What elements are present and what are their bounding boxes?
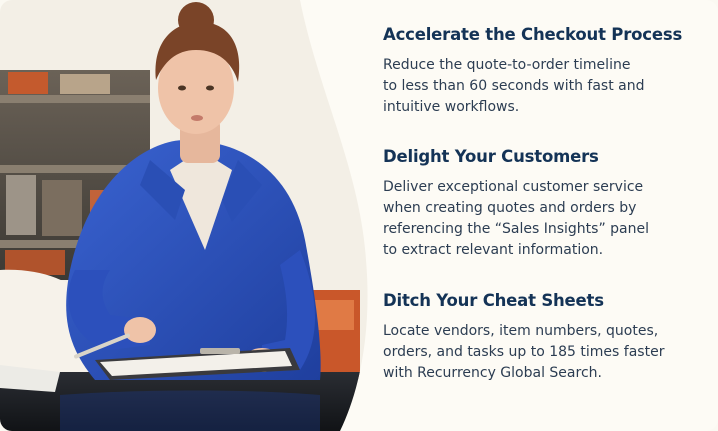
worker-illustration — [0, 0, 368, 431]
feature-title: Accelerate the Checkout Process — [383, 25, 683, 44]
feature-ditch-cheat-sheets: Ditch Your Cheat Sheets Locate vendors, … — [383, 290, 703, 384]
feature-title: Ditch Your Cheat Sheets — [383, 291, 604, 310]
feature-title: Delight Your Customers — [383, 147, 599, 166]
feature-description: Deliver exceptional customer service whe… — [383, 179, 649, 258]
hero-photo — [0, 0, 372, 431]
feature-description: Reduce the quote-to-order timeline to le… — [383, 57, 645, 115]
feature-description: Locate vendors, item numbers, quotes, or… — [383, 323, 665, 381]
feature-accelerate-checkout: Accelerate the Checkout Process Reduce t… — [383, 24, 703, 118]
feature-delight-customers: Delight Your Customers Deliver exception… — [383, 146, 703, 261]
feature-panel: Accelerate the Checkout Process Reduce t… — [0, 0, 718, 431]
